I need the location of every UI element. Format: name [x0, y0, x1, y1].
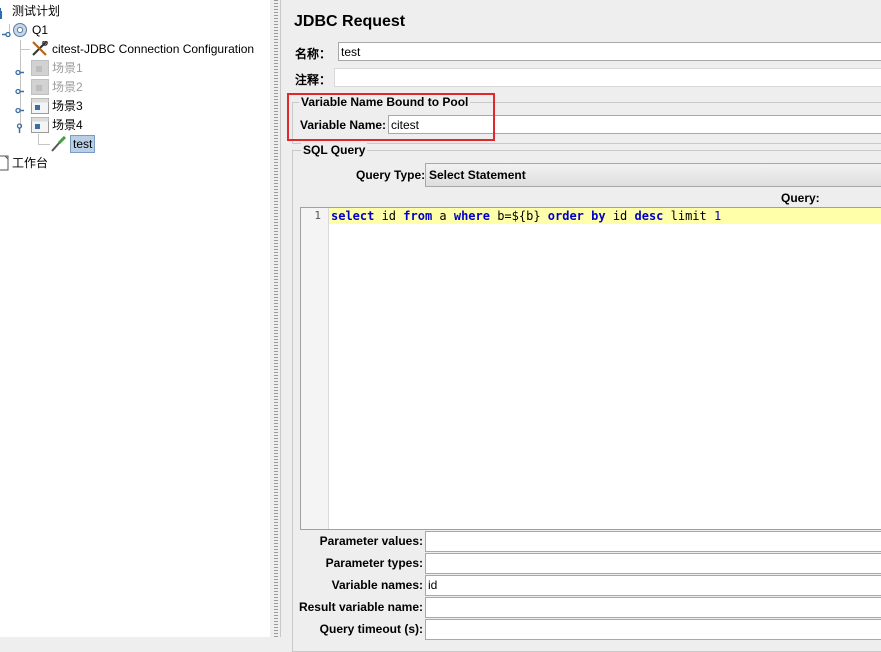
result-variable-name-field[interactable] [425, 597, 881, 618]
parameter-types-label: Parameter types: [325, 556, 423, 570]
parameter-values-label: Parameter values: [319, 534, 423, 548]
tree-node-label: test [70, 135, 96, 153]
comment-label: 注释： [295, 73, 332, 87]
highlight-annotation-box [287, 93, 495, 141]
sql-text: b=${b} [489, 209, 548, 223]
tree-node-label: 场景1 [52, 61, 83, 75]
sql-keyword: by [591, 209, 606, 223]
split-pane-divider[interactable] [270, 0, 282, 637]
variable-names-label: Variable names: [331, 578, 423, 592]
jdbc-request-panel: JDBC Request 名称： test 注释： Variable Name … [282, 0, 881, 652]
query-timeout-label: Query timeout (s): [319, 622, 423, 636]
sql-keyword: from [403, 209, 433, 223]
thread-group-gear-icon [12, 22, 28, 38]
workbench-icon [0, 155, 12, 171]
sql-keyword: select [331, 209, 375, 223]
query-label: Query: [781, 191, 820, 205]
tree-node-label: 场景4 [52, 118, 83, 132]
query-type-select[interactable]: Select Statement [425, 163, 881, 187]
tree-node-label: citest-JDBC Connection Configuration [52, 42, 255, 56]
controller-icon [31, 60, 49, 76]
line-number: 1 [314, 209, 321, 222]
config-tools-icon [31, 40, 48, 57]
controller-icon [31, 79, 49, 95]
tree-node-label: 场景2 [52, 80, 83, 94]
sql-keyword: where [453, 209, 490, 223]
tree-connector [20, 49, 30, 50]
test-plan-icon [0, 3, 12, 19]
sql-text: limit [663, 209, 714, 223]
collapse-handle-icon[interactable] [2, 26, 11, 38]
expand-handle-icon[interactable] [15, 102, 24, 114]
sql-keyword: order [547, 209, 584, 223]
sampler-pipette-icon [50, 135, 67, 152]
parameter-values-field[interactable] [425, 531, 881, 552]
test-plan-tree[interactable]: 测试计划 Q1 citest-JDBC Connection Configura… [0, 0, 270, 637]
variable-names-field[interactable]: id [425, 575, 881, 596]
line-number-gutter: 1 [301, 208, 329, 529]
tree-connector [38, 134, 39, 144]
controller-icon [31, 98, 49, 114]
tree-node-label: 场景3 [52, 99, 83, 113]
sql-number: 1 [713, 209, 722, 223]
query-type-label: Query Type: [356, 168, 426, 182]
sql-query-editor[interactable]: 1 select id from a where b=${b} order by… [300, 207, 881, 530]
sql-text: id [374, 209, 404, 223]
sql-text: a [432, 209, 454, 223]
tree-connector [38, 144, 50, 145]
expand-handle-icon[interactable] [15, 83, 24, 95]
name-label: 名称： [295, 47, 332, 61]
divider-grip [274, 0, 278, 637]
sql-text: id [605, 209, 635, 223]
comment-field[interactable] [334, 68, 881, 87]
tree-node-label: 测试计划 [12, 4, 61, 18]
result-variable-name-label: Result variable name: [298, 600, 423, 614]
parameter-types-field[interactable] [425, 553, 881, 574]
expand-handle-icon[interactable] [15, 64, 24, 76]
panel-title: JDBC Request [294, 13, 406, 30]
controller-icon [31, 117, 49, 133]
sql-code-line[interactable]: select id from a where b=${b} order by i… [331, 208, 721, 224]
collapse-handle-icon[interactable] [15, 120, 24, 133]
tree-node-label: Q1 [32, 23, 49, 37]
sql-group-title: SQL Query [301, 143, 368, 157]
sql-keyword: desc [634, 209, 664, 223]
tree-node-label: 工作台 [12, 156, 49, 170]
name-field[interactable]: test [338, 42, 881, 61]
divider-line [280, 0, 281, 637]
